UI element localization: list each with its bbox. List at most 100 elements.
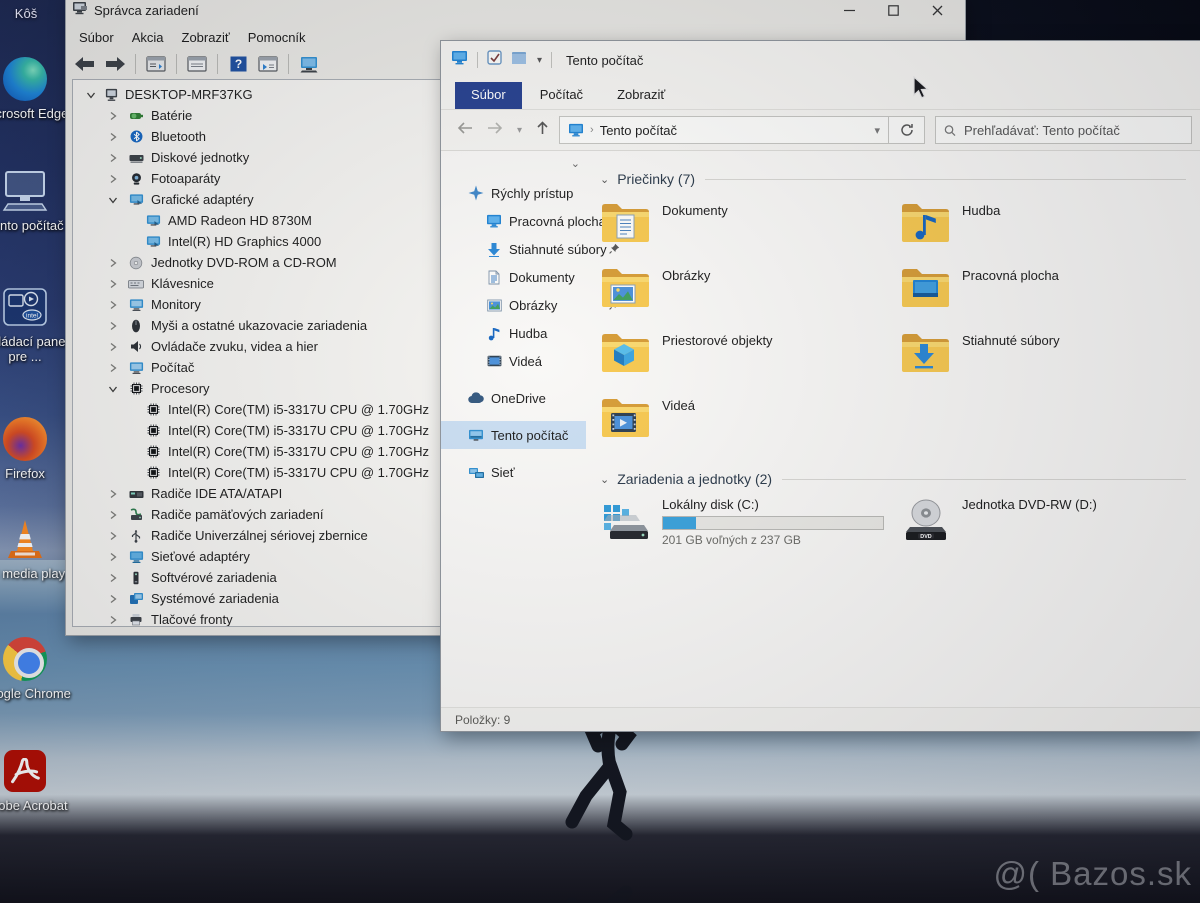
tree-item-label: Grafické adaptéry	[151, 192, 254, 207]
quick-access-toolbar: ▾	[451, 50, 552, 70]
chevron-collapsed-icon[interactable]	[107, 152, 119, 164]
folder-tile-priestorov-objekty[interactable]: Priestorové objekty	[600, 327, 900, 392]
chevron-collapsed-icon[interactable]	[107, 320, 119, 332]
tree-item-label: Myši a ostatné ukazovacie zariadenia	[151, 318, 367, 333]
chevron-collapsed-icon[interactable]	[107, 530, 119, 542]
breadcrumb[interactable]: › Tento počítač ▾	[559, 116, 889, 144]
folder-tile-label: Obrázky	[662, 268, 710, 327]
search-input[interactable]	[964, 123, 1183, 138]
folders-section-header[interactable]: ⌄ Priečinky (7)	[600, 171, 1200, 187]
properties-check-icon[interactable]	[487, 50, 502, 70]
desktop-icon-chrome[interactable]: Google Chrome	[0, 636, 77, 701]
chevron-collapsed-icon[interactable]	[107, 299, 119, 311]
folder-tile-dokumenty[interactable]: Dokumenty	[600, 197, 900, 262]
sidebar-item-r-chly-pr-stup[interactable]: Rýchly prístup	[441, 179, 586, 207]
chevron-collapsed-icon[interactable]	[107, 173, 119, 185]
camera-device-icon	[128, 171, 144, 186]
sidebar-item-onedrive[interactable]: OneDrive	[441, 384, 586, 412]
video-icon	[485, 355, 503, 367]
refresh-button[interactable]	[889, 116, 925, 144]
recent-locations-icon[interactable]: ▾	[517, 125, 522, 136]
chevron-collapsed-icon[interactable]	[107, 614, 119, 626]
ribbon-tabs: SúborPočítačZobraziť	[441, 79, 1200, 109]
device-props-icon[interactable]	[143, 52, 169, 76]
chevron-expanded-icon[interactable]	[107, 194, 119, 206]
desktop-icon-acrobat[interactable]: Adobe Acrobat	[0, 748, 77, 813]
audio-device-icon	[128, 339, 144, 354]
sidebar-item-tento-po-ta-[interactable]: Tento počítač	[441, 421, 586, 449]
folders-section-title: Priečinky (7)	[617, 171, 695, 187]
chevron-collapsed-icon[interactable]	[107, 362, 119, 374]
folder-tile-vide-[interactable]: Videá	[600, 392, 900, 457]
chevron-expanded-icon[interactable]	[107, 383, 119, 395]
tree-item-label: Systémové zariadenia	[151, 591, 279, 606]
new-folder-icon[interactable]	[511, 50, 528, 70]
folder-tile-obr-zky[interactable]: Obrázky	[600, 262, 900, 327]
music-icon	[485, 326, 503, 341]
sidebar-item-pracovn-plocha[interactable]: Pracovná plocha	[441, 207, 586, 235]
menu-pomocník[interactable]: Pomocník	[239, 28, 315, 47]
help-icon[interactable]: ?	[225, 52, 251, 76]
file-explorer-window: ▾ Tento počítač SúborPočítačZobraziť ▾ ›…	[440, 40, 1200, 732]
close-button[interactable]	[915, 0, 959, 23]
device-manager-titlebar[interactable]: Správca zariadení	[66, 0, 965, 25]
explorer-titlebar[interactable]: ▾ Tento počítač	[441, 41, 1200, 79]
menu-akcia[interactable]: Akcia	[123, 28, 173, 47]
sidebar-scroll-chevron-icon[interactable]: ⌄	[571, 157, 580, 170]
desktop-icon-recycle-bin-label[interactable]: Kôš	[2, 6, 50, 21]
sidebar-item-label: Tento počítač	[491, 428, 568, 443]
qat-separator2	[551, 52, 552, 68]
chevron-collapsed-icon[interactable]	[107, 488, 119, 500]
sidebar-item-dokumenty[interactable]: Dokumenty	[441, 263, 586, 291]
maximize-button[interactable]	[871, 0, 915, 23]
explorer-body: ⌄ Rýchly prístupPracovná plochaStiahnuté…	[441, 151, 1200, 707]
chevron-collapsed-icon[interactable]	[107, 593, 119, 605]
qat-dropdown-icon[interactable]: ▾	[537, 55, 542, 66]
forward-icon[interactable]	[487, 121, 503, 139]
chevron-collapsed-icon[interactable]	[107, 572, 119, 584]
chevron-collapsed-icon[interactable]	[107, 341, 119, 353]
explorer-window-title: Tento počítač	[566, 53, 643, 68]
sidebar-item-stiahnut-s-bory[interactable]: Stiahnuté súbory	[441, 235, 586, 263]
up-icon[interactable]	[536, 121, 549, 140]
section-divider2	[782, 479, 1186, 480]
back-icon[interactable]	[72, 52, 98, 76]
devices-section-header[interactable]: ⌄ Zariadenia a jednotky (2)	[600, 471, 1200, 487]
chevron-expanded-icon[interactable]	[85, 89, 97, 101]
tab-súbor[interactable]: Súbor	[455, 82, 522, 109]
collapse-chevron-icon[interactable]: ⌄	[600, 173, 609, 186]
menu-súbor[interactable]: Súbor	[70, 28, 123, 47]
navigation-pane: ⌄ Rýchly prístupPracovná plochaStiahnuté…	[441, 151, 586, 707]
minimize-button[interactable]	[827, 0, 871, 23]
folder-tile-hudba[interactable]: Hudba	[900, 197, 1200, 262]
back-icon[interactable]	[457, 121, 473, 139]
chevron-collapsed-icon[interactable]	[107, 257, 119, 269]
chevron-collapsed-icon[interactable]	[107, 110, 119, 122]
tab-počítač[interactable]: Počítač	[524, 82, 599, 109]
collapse-chevron-icon2[interactable]: ⌄	[600, 473, 609, 486]
tab-zobraziť[interactable]: Zobraziť	[601, 82, 681, 109]
folder-download-icon	[900, 327, 952, 375]
folder-tile-stiahnut-s-bory[interactable]: Stiahnuté súbory	[900, 327, 1200, 392]
menu-zobraziť[interactable]: Zobraziť	[173, 28, 239, 47]
computer-icon[interactable]	[296, 52, 322, 76]
pc-device-icon	[103, 87, 119, 102]
drive-tile-jednotka-dvd-rw-d-[interactable]: DVDJednotka DVD-RW (D:)	[900, 497, 1200, 569]
drive-tile-lok-lny-disk-c-[interactable]: Lokálny disk (C:)201 GB voľných z 237 GB	[600, 497, 900, 569]
folder-tile-pracovn-plocha[interactable]: Pracovná plocha	[900, 262, 1200, 327]
sidebar-item-hudba[interactable]: Hudba	[441, 319, 586, 347]
chevron-collapsed-icon[interactable]	[107, 131, 119, 143]
search-box[interactable]	[935, 116, 1192, 144]
forward-icon[interactable]	[102, 52, 128, 76]
chevron-collapsed-icon[interactable]	[107, 551, 119, 563]
sidebar-item-obr-zky[interactable]: Obrázky	[441, 291, 586, 319]
scan-icon[interactable]	[255, 52, 281, 76]
chevron-collapsed-icon[interactable]	[107, 278, 119, 290]
sidebar-item-sie-[interactable]: Sieť	[441, 458, 586, 486]
sidebar-item-vide-[interactable]: Videá	[441, 347, 586, 375]
sidebar-item-label: Videá	[509, 354, 542, 369]
sys-device-icon	[128, 591, 144, 606]
chevron-collapsed-icon[interactable]	[107, 509, 119, 521]
address-dropdown-icon[interactable]: ▾	[875, 124, 881, 137]
window-icon[interactable]	[184, 52, 210, 76]
